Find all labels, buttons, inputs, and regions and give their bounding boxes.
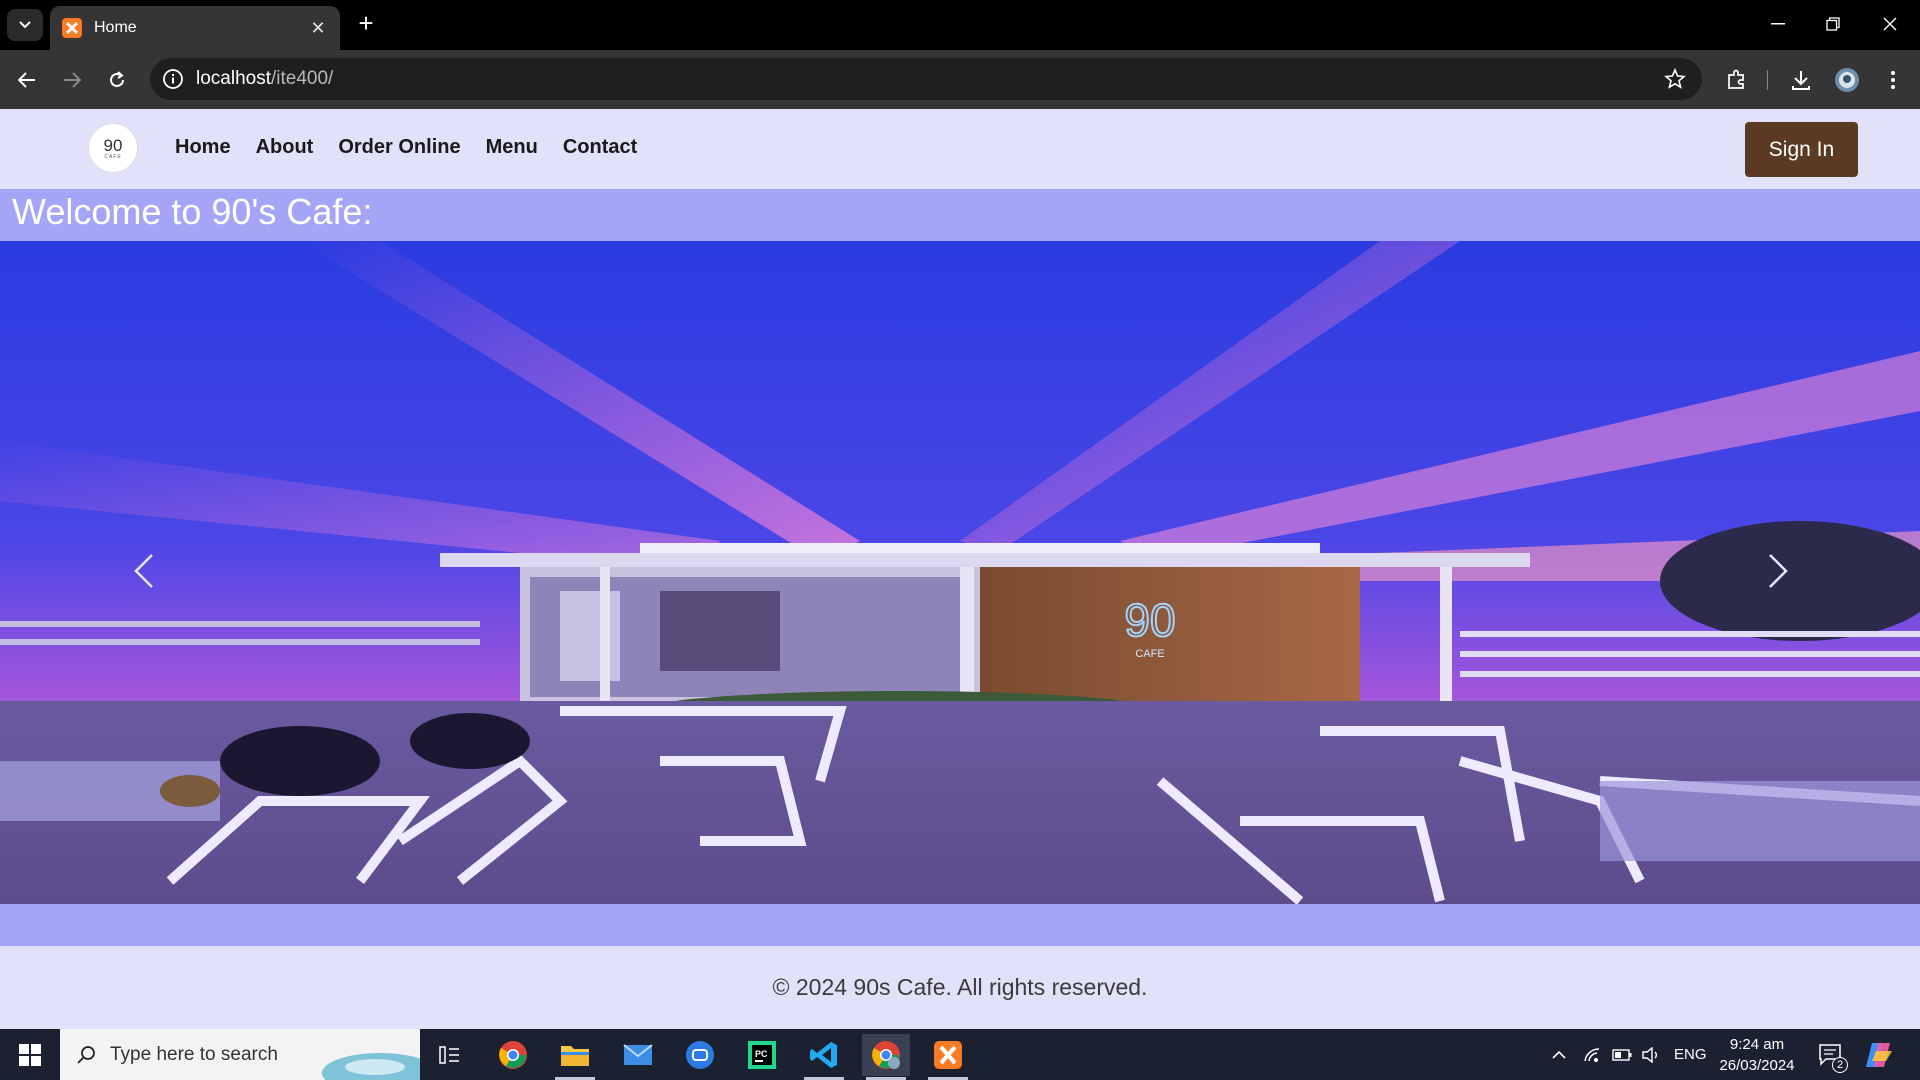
xampp-favicon-icon <box>62 18 82 38</box>
xampp-app-icon[interactable] <box>924 1034 972 1080</box>
web-page: 90 CAFE Home About Order Online Menu Con… <box>0 109 1920 1029</box>
notifications-icon[interactable]: 2 <box>1818 1029 1848 1080</box>
cafe-logo[interactable]: 90 CAFE <box>88 123 138 173</box>
chrome-app-icon[interactable] <box>489 1034 537 1076</box>
nav-link-home[interactable]: Home <box>175 136 231 159</box>
minimize-icon[interactable] <box>1755 10 1801 38</box>
search-highlight-image <box>322 1053 420 1080</box>
vscode-app-icon[interactable] <box>800 1034 848 1080</box>
clock-time: 9:24 am <box>1729 1036 1785 1053</box>
extensions-icon[interactable] <box>1722 66 1750 94</box>
language-indicator[interactable]: ENG <box>1674 1029 1707 1080</box>
back-icon[interactable] <box>11 64 43 96</box>
mail-app-icon[interactable] <box>614 1034 662 1076</box>
tab-search-button[interactable] <box>7 9 43 41</box>
downloads-icon[interactable] <box>1787 66 1815 94</box>
restore-icon[interactable] <box>1810 10 1856 38</box>
browser-tab-bar: Home ✕ + <box>0 0 1920 50</box>
battery-icon[interactable] <box>1612 1029 1632 1080</box>
copyright-text: © 2024 90s Cafe. All rights reserved. <box>772 974 1148 1000</box>
pycharm-app-icon[interactable]: PC <box>738 1034 786 1076</box>
svg-text:PC: PC <box>755 1049 768 1059</box>
windows-start-icon[interactable] <box>0 1029 60 1080</box>
reload-icon[interactable] <box>101 64 133 96</box>
taskbar-search-input[interactable]: Type here to search <box>60 1029 420 1080</box>
chat-app-icon[interactable] <box>676 1034 724 1076</box>
bookmark-star-icon[interactable] <box>1664 68 1686 90</box>
site-info-icon[interactable] <box>162 68 184 90</box>
chrome-active-app-icon[interactable] <box>862 1034 910 1080</box>
tab-title: Home <box>94 19 137 36</box>
site-navbar: 90 CAFE Home About Order Online Menu Con… <box>0 109 1920 189</box>
profile-avatar[interactable] <box>1833 66 1861 94</box>
close-window-icon[interactable] <box>1867 10 1913 38</box>
windows-taskbar: Type here to search PC ENG 9:24 am 26/03… <box>0 1029 1920 1080</box>
new-tab-icon[interactable]: + <box>352 10 380 38</box>
close-tab-icon[interactable]: ✕ <box>308 18 328 39</box>
nav-links: Home About Order Online Menu Contact <box>175 136 637 159</box>
hero-sign-sub: CAFE <box>1135 648 1164 660</box>
browser-toolbar: localhost/ite400/ <box>0 50 1920 109</box>
search-placeholder: Type here to search <box>110 1043 278 1065</box>
nav-link-about[interactable]: About <box>256 136 314 159</box>
task-view-icon[interactable] <box>426 1034 474 1076</box>
hero-carousel: 90 CAFE <box>0 241 1920 904</box>
nav-link-order-online[interactable]: Order Online <box>338 136 460 159</box>
copilot-icon[interactable] <box>1864 1029 1894 1080</box>
toolbar-divider <box>1767 70 1768 90</box>
welcome-heading: Welcome to 90's Cafe: <box>12 191 373 232</box>
sign-in-button[interactable]: Sign In <box>1745 122 1858 177</box>
forward-icon[interactable] <box>56 64 88 96</box>
nav-link-menu[interactable]: Menu <box>486 136 538 159</box>
chevron-down-icon <box>19 21 31 29</box>
logo-subtext: CAFE <box>104 153 122 160</box>
tray-overflow-icon[interactable] <box>1551 1029 1567 1080</box>
nav-link-contact[interactable]: Contact <box>563 136 637 159</box>
logo-text: 90 <box>103 135 123 155</box>
volume-icon[interactable] <box>1641 1029 1661 1080</box>
carousel-next-icon[interactable] <box>1748 531 1808 611</box>
network-icon[interactable] <box>1583 1029 1601 1080</box>
cafe-hero-image: 90 CAFE <box>0 241 1920 904</box>
carousel-prev-icon[interactable] <box>114 531 174 611</box>
notification-count-badge: 2 <box>1832 1057 1848 1073</box>
clock-date: 26/03/2024 <box>1719 1057 1795 1074</box>
url-text: localhost/ite400/ <box>196 68 334 89</box>
browser-tab-active[interactable]: Home ✕ <box>50 6 340 50</box>
site-footer: © 2024 90s Cafe. All rights reserved. <box>0 946 1920 1029</box>
search-icon <box>77 1045 95 1064</box>
address-bar[interactable]: localhost/ite400/ <box>150 58 1702 100</box>
hero-sign-text: 90 <box>1124 594 1175 646</box>
taskbar-clock[interactable]: 9:24 am 26/03/2024 <box>1712 1034 1802 1076</box>
menu-kebab-icon[interactable] <box>1879 66 1907 94</box>
file-explorer-icon[interactable] <box>551 1034 599 1080</box>
